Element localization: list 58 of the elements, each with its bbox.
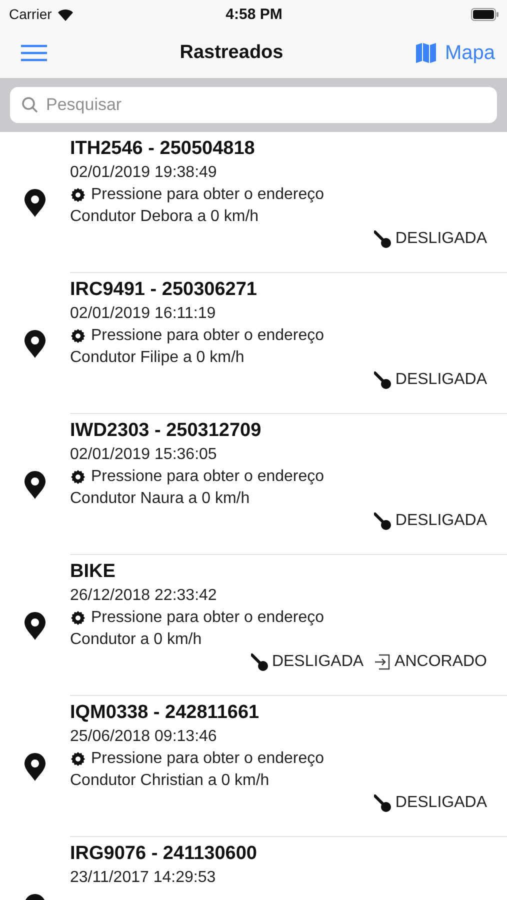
- status-label: DESLIGADA: [395, 794, 487, 812]
- address-prompt[interactable]: Pressione para obter o endereço: [91, 327, 324, 345]
- gear-icon: [70, 469, 86, 485]
- timestamp: 23/11/2017 14:29:53: [70, 869, 217, 887]
- address-prompt[interactable]: Pressione para obter o endereço: [91, 186, 324, 204]
- vehicle-title: BIKE: [70, 561, 116, 583]
- timestamp: 02/01/2019 15:36:05: [70, 446, 218, 464]
- status-label: ANCORADO: [394, 653, 487, 671]
- menu-button[interactable]: [20, 43, 48, 63]
- key-icon: [374, 230, 392, 248]
- timestamp: 02/01/2019 19:38:49: [70, 164, 218, 182]
- vehicle-title: IRC9491 - 250306271: [70, 279, 258, 301]
- nav-title: Rastreados: [180, 42, 284, 64]
- status-label: DESLIGADA: [395, 512, 487, 530]
- key-icon: [374, 371, 392, 389]
- vehicle-row[interactable]: IRG9076 - 241130600 23/11/2017 14:29:53: [70, 837, 507, 900]
- driver-speed: Condutor Naura a 0 km/h: [70, 490, 251, 508]
- key-icon: [374, 794, 392, 812]
- carrier-label: Carrier: [9, 6, 52, 22]
- vehicle-row[interactable]: IRC9491 - 250306271 02/01/2019 16:11:19 Pressione para obter o endereço Condutor Filipe a 0 km/h DESLIGADA: [70, 273, 507, 414]
- status-label: DESLIGADA: [395, 371, 487, 389]
- vehicle-title: IWD2303 - 250312709: [70, 420, 262, 442]
- driver-speed: Condutor Christian a 0 km/h: [70, 772, 270, 790]
- vehicle-row[interactable]: IQM0338 - 242811661 25/06/2018 09:13:46 Pressione para obter o endereço Condutor Christian a 0 km/h DESLIGADA: [70, 696, 507, 837]
- location-pin-icon: [24, 330, 46, 358]
- gear-icon: [70, 610, 86, 626]
- address-prompt[interactable]: Pressione para obter o endereço: [91, 468, 324, 486]
- gear-icon: [70, 187, 86, 203]
- gear-icon: [70, 751, 86, 767]
- address-prompt[interactable]: Pressione para obter o endereço: [91, 750, 324, 768]
- vehicle-title: IRG9076 - 241130600: [70, 843, 258, 865]
- timestamp: 26/12/2018 22:33:42: [70, 587, 218, 605]
- location-pin-icon: [24, 752, 46, 780]
- clock-time: 4:58 PM: [226, 6, 282, 22]
- address-prompt[interactable]: Pressione para obter o endereço: [91, 609, 324, 627]
- timestamp: 02/01/2019 16:11:19: [70, 305, 217, 323]
- driver-speed: Condutor a 0 km/h: [70, 631, 203, 649]
- key-icon: [250, 653, 269, 671]
- enter-icon: [374, 653, 392, 671]
- status-label: DESLIGADA: [272, 653, 364, 671]
- gear-icon: [70, 328, 86, 344]
- location-pin-icon: [24, 188, 46, 216]
- vehicle-row[interactable]: ITH2546 - 250504818 02/01/2019 19:38:49 Pressione para obter o endereço Condutor Debora a 0 km/h DESLIGADA: [70, 132, 507, 273]
- search-field[interactable]: Pesquisar: [10, 87, 497, 123]
- location-pin-icon: [24, 612, 46, 640]
- vehicle-title: ITH2546 - 250504818: [70, 138, 256, 160]
- status-label: DESLIGADA: [395, 230, 487, 248]
- timestamp: 25/06/2018 09:13:46: [70, 728, 218, 746]
- driver-speed: Condutor Filipe a 0 km/h: [70, 349, 246, 367]
- battery-icon: [471, 8, 500, 20]
- vehicle-row[interactable]: BIKE 26/12/2018 22:33:42 Pressione para obter o endereço Condutor a 0 km/h DESLIGADA ANCORADO: [70, 555, 507, 696]
- vehicle-row[interactable]: IWD2303 - 250312709 02/01/2019 15:36:05 Pressione para obter o endereço Condutor Naura a 0 km/h DESLIGADA: [70, 414, 507, 555]
- driver-speed: Condutor Debora a 0 km/h: [70, 208, 260, 226]
- vehicle-title: IQM0338 - 242811661: [70, 702, 260, 724]
- map-icon: [414, 42, 437, 64]
- wifi-icon: [56, 8, 74, 20]
- key-icon: [374, 512, 392, 530]
- location-pin-icon: [24, 470, 46, 498]
